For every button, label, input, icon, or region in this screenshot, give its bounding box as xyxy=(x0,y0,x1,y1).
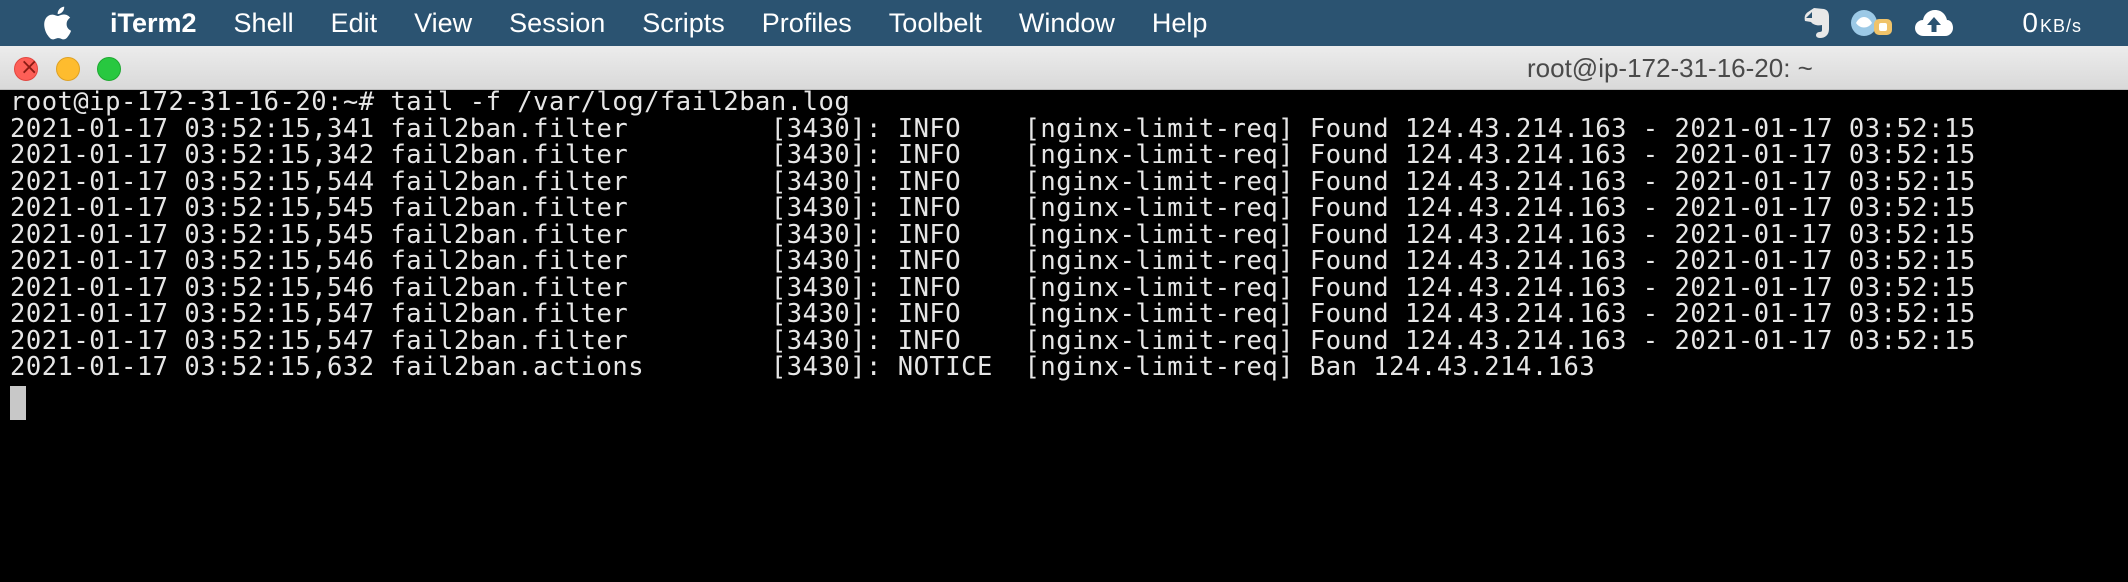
window-title: root@ip-172-31-16-20: ~ xyxy=(1527,53,1813,83)
menu-app-name[interactable]: iTerm2 xyxy=(110,8,197,39)
menu-profiles[interactable]: Profiles xyxy=(762,8,852,39)
menu-extras: 0 KB/s xyxy=(1802,0,2128,46)
menu-help[interactable]: Help xyxy=(1152,8,1208,39)
menu-shell[interactable]: Shell xyxy=(234,8,294,39)
minimize-window-button[interactable] xyxy=(56,57,80,81)
menu-session[interactable]: Session xyxy=(509,8,605,39)
menu-toolbelt[interactable]: Toolbelt xyxy=(889,8,982,39)
terminal-cursor xyxy=(10,386,26,420)
menu-bar: iTerm2 Shell Edit View Session Scripts P… xyxy=(0,0,2128,46)
network-speed-readout[interactable]: 0 KB/s xyxy=(2022,7,2082,39)
maximize-window-button[interactable] xyxy=(97,57,121,81)
cloud-upload-icon[interactable] xyxy=(1914,8,1954,38)
close-window-button[interactable] xyxy=(14,55,38,81)
menu-extra-icon[interactable] xyxy=(1850,7,1896,39)
network-speed-value: 0 xyxy=(2022,7,2038,38)
menu-view[interactable]: View xyxy=(414,8,472,39)
apple-logo-icon[interactable] xyxy=(42,6,72,40)
evernote-icon[interactable] xyxy=(1802,7,1832,39)
terminal-log-line: 2021-01-17 03:52:15,632 fail2ban.actions… xyxy=(10,352,1596,382)
menu-scripts[interactable]: Scripts xyxy=(642,8,725,39)
terminal-pane[interactable]: root@ip-172-31-16-20:~# tail -f /var/log… xyxy=(0,87,2128,582)
network-speed-unit: KB/s xyxy=(2039,16,2082,36)
menu-edit[interactable]: Edit xyxy=(331,8,378,39)
menu-window[interactable]: Window xyxy=(1019,8,1115,39)
